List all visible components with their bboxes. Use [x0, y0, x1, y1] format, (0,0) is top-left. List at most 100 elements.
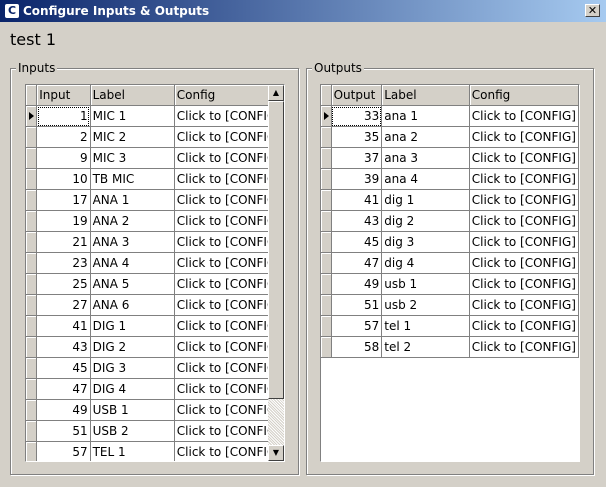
input-label-cell[interactable]: MIC 3	[90, 147, 175, 169]
row-selector[interactable]	[321, 189, 332, 211]
input-row[interactable]: 49 USB 1 Click to [CONFIG]	[26, 399, 284, 421]
output-row[interactable]: 39 ana 4 Click to [CONFIG]	[321, 168, 579, 190]
input-number-cell[interactable]: 2	[36, 126, 91, 148]
output-config-cell[interactable]: Click to [CONFIG]	[469, 105, 579, 127]
output-label-cell[interactable]: tel 1	[381, 315, 470, 337]
output-label-cell[interactable]: tel 2	[381, 336, 470, 358]
input-number-cell[interactable]: 51	[36, 420, 91, 442]
output-label-cell[interactable]: ana 3	[381, 147, 470, 169]
output-number-cell[interactable]: 33	[331, 105, 383, 127]
row-selector[interactable]	[26, 210, 38, 232]
output-label-cell[interactable]: ana 2	[381, 126, 470, 148]
output-label-cell[interactable]: dig 3	[381, 231, 470, 253]
inputs-col-label[interactable]: Label	[90, 85, 175, 106]
row-selector[interactable]	[26, 126, 38, 148]
input-row[interactable]: 51 USB 2 Click to [CONFIG]	[26, 420, 284, 442]
row-selector[interactable]	[26, 336, 38, 358]
row-selector[interactable]	[26, 231, 38, 253]
output-config-cell[interactable]: Click to [CONFIG]	[469, 147, 579, 169]
output-config-cell[interactable]: Click to [CONFIG]	[469, 252, 579, 274]
input-label-cell[interactable]: DIG 4	[90, 378, 175, 400]
row-selector[interactable]	[26, 168, 38, 190]
input-label-cell[interactable]: DIG 2	[90, 336, 175, 358]
close-button[interactable]: ✕	[585, 4, 600, 17]
input-label-cell[interactable]: DIG 3	[90, 357, 175, 379]
input-number-cell[interactable]: 27	[36, 294, 91, 316]
input-row[interactable]: 27 ANA 6 Click to [CONFIG]	[26, 294, 284, 316]
output-label-cell[interactable]: dig 4	[381, 252, 470, 274]
scroll-up-button[interactable]: ▲	[268, 85, 284, 101]
input-number-cell[interactable]: 49	[36, 399, 91, 421]
input-number-cell[interactable]: 41	[36, 315, 91, 337]
output-config-cell[interactable]: Click to [CONFIG]	[469, 273, 579, 295]
output-config-cell[interactable]: Click to [CONFIG]	[469, 231, 579, 253]
output-label-cell[interactable]: usb 2	[381, 294, 470, 316]
output-row[interactable]: 49 usb 1 Click to [CONFIG]	[321, 273, 579, 295]
input-row[interactable]: 23 ANA 4 Click to [CONFIG]	[26, 252, 284, 274]
input-label-cell[interactable]: ANA 1	[90, 189, 175, 211]
input-number-cell[interactable]: 21	[36, 231, 91, 253]
input-label-cell[interactable]: DIG 1	[90, 315, 175, 337]
output-row[interactable]: 41 dig 1 Click to [CONFIG]	[321, 189, 579, 211]
output-config-cell[interactable]: Click to [CONFIG]	[469, 315, 579, 337]
input-number-cell[interactable]: 19	[36, 210, 91, 232]
input-label-cell[interactable]: ANA 6	[90, 294, 175, 316]
input-number-cell[interactable]: 25	[36, 273, 91, 295]
output-row[interactable]: 43 dig 2 Click to [CONFIG]	[321, 210, 579, 232]
row-selector[interactable]	[26, 252, 38, 274]
input-number-cell[interactable]: 17	[36, 189, 91, 211]
row-selector[interactable]	[321, 168, 332, 190]
input-row[interactable]: 19 ANA 2 Click to [CONFIG]	[26, 210, 284, 232]
output-label-cell[interactable]: ana 4	[381, 168, 470, 190]
output-number-cell[interactable]: 35	[331, 126, 383, 148]
row-selector[interactable]	[321, 315, 332, 337]
input-label-cell[interactable]: ANA 2	[90, 210, 175, 232]
input-number-cell[interactable]: 23	[36, 252, 91, 274]
output-config-cell[interactable]: Click to [CONFIG]	[469, 336, 579, 358]
input-label-cell[interactable]: ANA 3	[90, 231, 175, 253]
scroll-thumb[interactable]	[268, 101, 284, 399]
row-selector[interactable]	[26, 105, 38, 127]
outputs-grid[interactable]: Output Label Config 33 ana 1 Click to [CON…	[320, 84, 580, 462]
input-row[interactable]: 57 TEL 1 Click to [CONFIG]	[26, 441, 284, 461]
input-number-cell[interactable]: 45	[36, 357, 91, 379]
scroll-down-button[interactable]: ▼	[268, 445, 284, 461]
output-row[interactable]: 37 ana 3 Click to [CONFIG]	[321, 147, 579, 169]
row-selector[interactable]	[26, 399, 38, 421]
input-label-cell[interactable]: TEL 1	[90, 441, 175, 461]
output-number-cell[interactable]: 43	[331, 210, 383, 232]
row-selector[interactable]	[26, 189, 38, 211]
row-selector[interactable]	[321, 336, 332, 358]
row-selector[interactable]	[26, 420, 38, 442]
row-selector[interactable]	[321, 273, 332, 295]
output-label-cell[interactable]: ana 1	[381, 105, 470, 127]
input-row[interactable]: 45 DIG 3 Click to [CONFIG]	[26, 357, 284, 379]
input-row[interactable]: 41 DIG 1 Click to [CONFIG]	[26, 315, 284, 337]
output-number-cell[interactable]: 45	[331, 231, 383, 253]
output-config-cell[interactable]: Click to [CONFIG]	[469, 210, 579, 232]
input-row[interactable]: 2 MIC 2 Click to [CONFIG]	[26, 126, 284, 148]
outputs-col-config[interactable]: Config	[469, 85, 579, 106]
inputs-grid[interactable]: Input Label Config 1 MIC 1 Click to [CONFI…	[25, 84, 285, 462]
output-number-cell[interactable]: 49	[331, 273, 383, 295]
input-label-cell[interactable]: MIC 2	[90, 126, 175, 148]
output-number-cell[interactable]: 58	[331, 336, 383, 358]
output-config-cell[interactable]: Click to [CONFIG]	[469, 294, 579, 316]
row-selector[interactable]	[321, 126, 332, 148]
input-row[interactable]: 9 MIC 3 Click to [CONFIG]	[26, 147, 284, 169]
row-selector[interactable]	[321, 252, 332, 274]
outputs-col-label[interactable]: Label	[381, 85, 470, 106]
row-selector[interactable]	[321, 147, 332, 169]
row-selector[interactable]	[321, 231, 332, 253]
input-number-cell[interactable]: 10	[36, 168, 91, 190]
row-selector[interactable]	[26, 315, 38, 337]
input-number-cell[interactable]: 1	[36, 105, 91, 127]
input-label-cell[interactable]: USB 1	[90, 399, 175, 421]
output-config-cell[interactable]: Click to [CONFIG]	[469, 126, 579, 148]
inputs-scrollbar[interactable]: ▲ ▼	[268, 85, 284, 461]
input-number-cell[interactable]: 9	[36, 147, 91, 169]
input-number-cell[interactable]: 57	[36, 441, 91, 461]
input-row[interactable]: 21 ANA 3 Click to [CONFIG]	[26, 231, 284, 253]
output-row[interactable]: 51 usb 2 Click to [CONFIG]	[321, 294, 579, 316]
outputs-col-output[interactable]: Output	[331, 85, 383, 106]
